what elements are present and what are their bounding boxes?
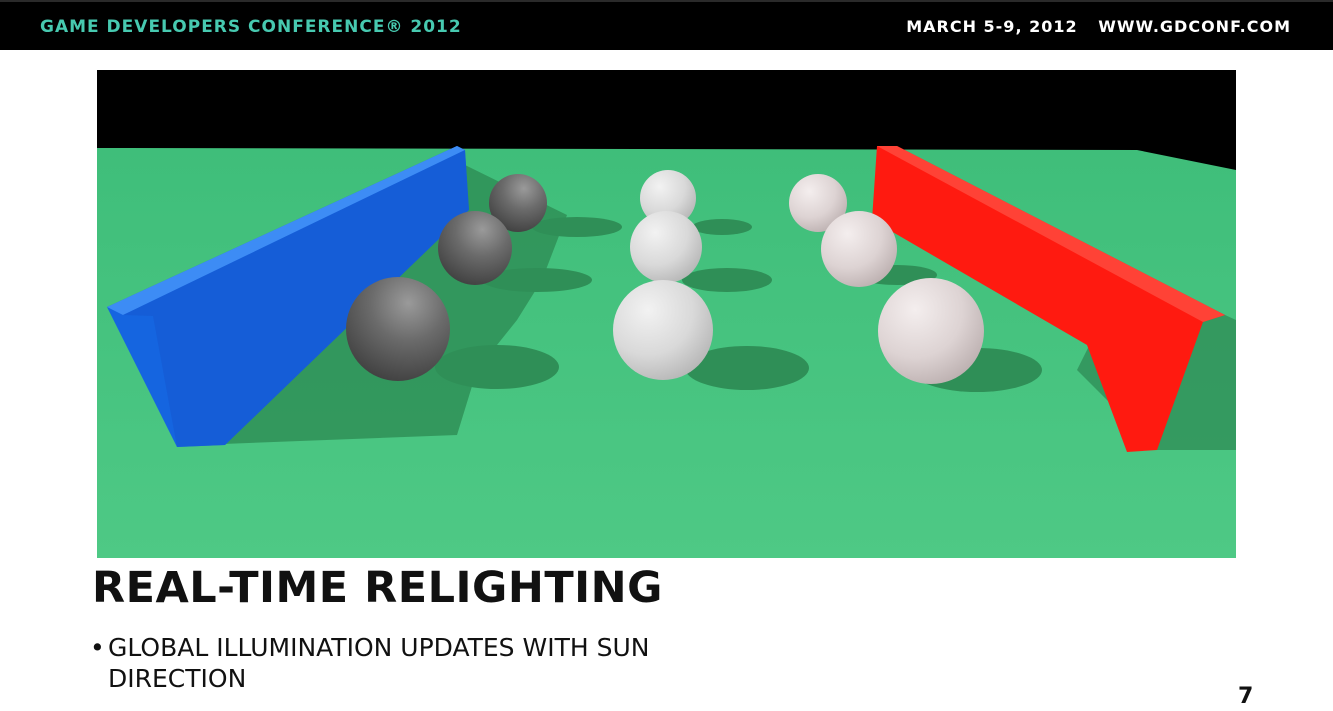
- bullet-text: GLOBAL ILLUMINATION UPDATES WITH SUN DIR…: [108, 633, 650, 693]
- bullet-item: • GLOBAL ILLUMINATION UPDATES WITH SUN D…: [90, 632, 650, 694]
- sphere-shadow: [692, 219, 752, 235]
- sphere-shadow: [532, 217, 622, 237]
- slide-title: REAL-TIME RELIGHTING: [92, 563, 663, 613]
- bullet-dot: •: [90, 633, 105, 662]
- sphere-front-center: [613, 280, 713, 380]
- conference-website: WWW.GDCONF.COM: [1098, 17, 1291, 36]
- scene-svg: [97, 70, 1236, 558]
- conference-title: GAME DEVELOPERS CONFERENCE® 2012: [40, 17, 462, 37]
- sphere-middle-right: [821, 211, 897, 287]
- sphere-shadow: [435, 345, 559, 389]
- sphere-front-left: [346, 277, 450, 381]
- conference-dates: MARCH 5-9, 2012: [906, 17, 1078, 36]
- conference-header-bar: GAME DEVELOPERS CONFERENCE® 2012 MARCH 5…: [0, 0, 1333, 50]
- relighting-render-image: [97, 70, 1236, 558]
- page-number: 7: [1238, 684, 1254, 709]
- sphere-front-right: [878, 278, 984, 384]
- sphere-middle-center: [630, 211, 702, 283]
- sphere-middle-left: [438, 211, 512, 285]
- conference-meta: MARCH 5-9, 2012 WWW.GDCONF.COM: [906, 17, 1291, 36]
- sphere-shadow: [682, 268, 772, 292]
